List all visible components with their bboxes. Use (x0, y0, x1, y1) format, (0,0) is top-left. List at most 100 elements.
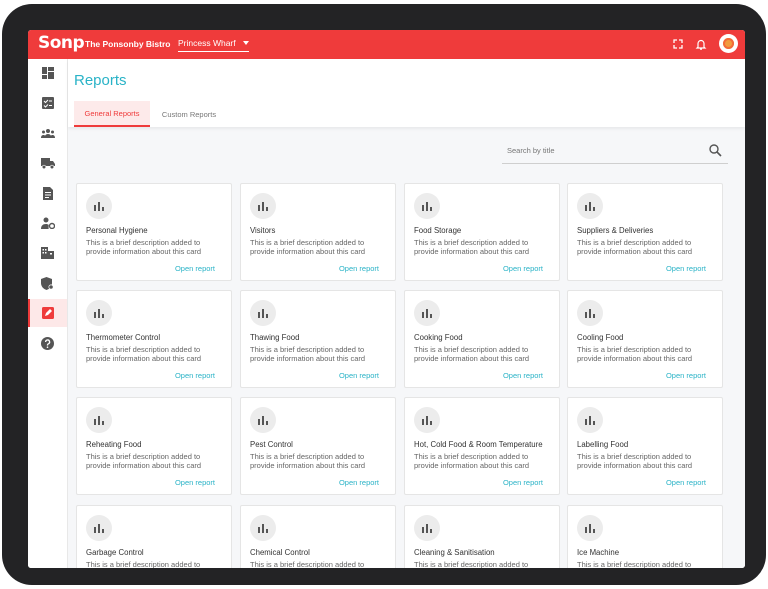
report-card-title: Cooling Food (577, 333, 624, 342)
report-card[interactable]: Hot, Cold Food & Room Temperature This is… (404, 397, 560, 495)
bar-chart-icon (577, 515, 603, 541)
report-card[interactable]: Thermometer Control This is a brief descr… (76, 290, 232, 388)
report-card-title: Chemical Control (250, 548, 310, 557)
report-card[interactable]: Thawing Food This is a brief description … (240, 290, 396, 388)
report-card-description: This is a brief description added to pro… (86, 560, 201, 568)
report-card-title: Pest Control (250, 440, 293, 449)
tab-custom-reports[interactable]: Custom Reports (154, 101, 224, 127)
bar-chart-icon (414, 407, 440, 433)
report-card[interactable]: Cleaning & Sanitisation This is a brief d… (404, 505, 560, 568)
caret-down-icon (242, 41, 249, 45)
open-report-link[interactable]: Open report (503, 264, 543, 273)
report-card-description: This is a brief description added to pro… (414, 560, 529, 568)
open-report-link[interactable]: Open report (666, 371, 706, 380)
report-card-title: Labelling Food (577, 440, 629, 449)
search-input[interactable] (507, 146, 697, 155)
report-card-title: Thermometer Control (86, 333, 161, 342)
team-icon (40, 129, 55, 138)
report-card-title: Personal Hygiene (86, 226, 148, 235)
bar-chart-icon (414, 515, 440, 541)
report-card-description: This is a brief description added to pro… (250, 238, 366, 256)
open-report-link[interactable]: Open report (666, 264, 706, 273)
report-card-title: Ice Machine (577, 548, 620, 557)
main-content: Reports General Reports Custom Reports P… (68, 59, 745, 568)
report-card[interactable]: Cooling Food This is a brief description … (567, 290, 723, 388)
search-icon[interactable] (709, 144, 722, 157)
open-report-link[interactable]: Open report (339, 264, 379, 273)
sidebar-item-help[interactable] (28, 329, 67, 357)
avatar[interactable] (719, 34, 738, 53)
report-card[interactable]: Chemical Control This is a brief descript… (240, 505, 396, 568)
location-selector[interactable]: Princess Wharf (178, 38, 249, 52)
bar-chart-icon (577, 300, 603, 326)
report-card[interactable]: Visitors This is a brief description adde… (240, 183, 396, 281)
report-card[interactable]: Garbage Control This is a brief descripti… (76, 505, 232, 568)
bar-chart-icon (86, 193, 112, 219)
report-card[interactable]: Labelling Food This is a brief descriptio… (567, 397, 723, 495)
location-name: Princess Wharf (178, 38, 236, 48)
report-card-title: Food Storage (414, 226, 462, 235)
open-report-link[interactable]: Open report (339, 371, 379, 380)
report-card-title: Cooking Food (414, 333, 463, 342)
help-icon (41, 336, 54, 350)
report-card[interactable]: Reheating Food This is a brief descriptio… (76, 397, 232, 495)
report-card[interactable]: Ice Machine This is a brief description a… (567, 505, 723, 568)
top-bar: Sonp The Ponsonby Bistro Princess Wharf (28, 30, 745, 59)
report-card-description: This is a brief description added to pro… (250, 345, 366, 363)
sidebar-item-checklist[interactable] (28, 89, 67, 117)
search-box (502, 140, 728, 164)
report-card-title: Suppliers & Deliveries (577, 226, 654, 235)
report-card-description: This is a brief description added to pro… (86, 452, 202, 470)
report-card-description: This is a brief description added to pro… (577, 560, 692, 568)
bar-chart-icon (250, 515, 276, 541)
sidebar-item-user-settings[interactable] (28, 209, 67, 237)
open-report-link[interactable]: Open report (175, 478, 215, 487)
report-card-description: This is a brief description added to pro… (414, 345, 530, 363)
page-header: Reports General Reports Custom Reports (68, 59, 745, 127)
open-report-link[interactable]: Open report (666, 478, 706, 487)
sidebar-item-reports[interactable] (28, 299, 67, 327)
sidebar-item-business[interactable] (28, 239, 67, 267)
app-screen: Sonp The Ponsonby Bistro Princess Wharf (28, 30, 745, 568)
report-card[interactable]: Cooking Food This is a brief description … (404, 290, 560, 388)
report-card-title: Garbage Control (86, 548, 144, 557)
report-card-title: Thawing Food (250, 333, 300, 342)
bar-chart-icon (86, 515, 112, 541)
report-icon (41, 307, 54, 319)
report-card[interactable]: Pest Control This is a brief description … (240, 397, 396, 495)
report-card-description: This is a brief description added to pro… (414, 452, 530, 470)
bar-chart-icon (414, 193, 440, 219)
report-card-description: This is a brief description added to pro… (577, 345, 693, 363)
shield-icon (41, 276, 54, 290)
report-card[interactable]: Food Storage This is a brief description … (404, 183, 560, 281)
sidebar-item-compliance[interactable] (28, 269, 67, 297)
sidebar-item-documents[interactable] (28, 179, 67, 207)
checklist-icon (41, 97, 54, 109)
report-card[interactable]: Personal Hygiene This is a brief descript… (76, 183, 232, 281)
report-card[interactable]: Suppliers & Deliveries This is a brief de… (567, 183, 723, 281)
sidebar-item-dashboard[interactable] (28, 59, 67, 87)
tab-general-reports[interactable]: General Reports (74, 101, 150, 127)
open-report-link[interactable]: Open report (175, 264, 215, 273)
sidebar-item-deliveries[interactable] (28, 149, 67, 177)
bar-chart-icon (86, 407, 112, 433)
open-report-link[interactable]: Open report (175, 371, 215, 380)
report-card-description: This is a brief description added to pro… (577, 452, 693, 470)
app-logo[interactable]: Sonp (38, 33, 85, 53)
open-report-link[interactable]: Open report (339, 478, 379, 487)
report-card-description: This is a brief description added to pro… (250, 560, 365, 568)
fullscreen-icon[interactable] (671, 37, 685, 51)
venue-name[interactable]: The Ponsonby Bistro (85, 39, 170, 49)
bell-icon[interactable] (694, 37, 708, 51)
report-card-title: Visitors (250, 226, 276, 235)
dashboard-icon (41, 67, 54, 79)
bar-chart-icon (250, 193, 276, 219)
bar-chart-icon (414, 300, 440, 326)
page-title: Reports (74, 72, 127, 89)
document-icon (42, 186, 53, 200)
sidebar-item-team[interactable] (28, 119, 67, 147)
open-report-link[interactable]: Open report (503, 371, 543, 380)
truck-icon (40, 157, 55, 169)
open-report-link[interactable]: Open report (503, 478, 543, 487)
report-card-title: Reheating Food (86, 440, 142, 449)
